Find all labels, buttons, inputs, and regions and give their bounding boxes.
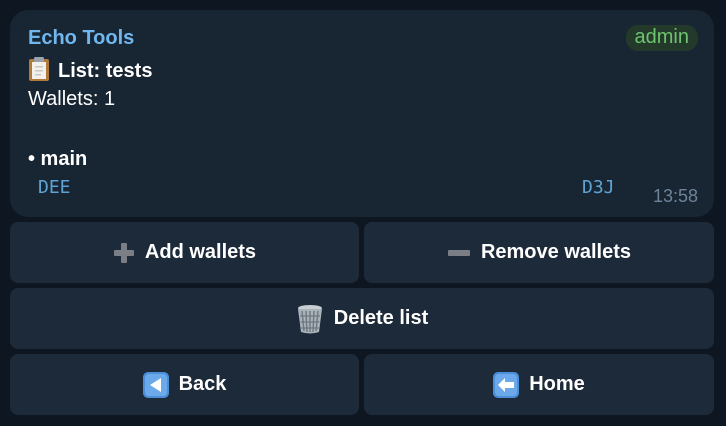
clipboard-icon	[28, 56, 50, 82]
sender-name[interactable]: Echo Tools	[28, 27, 134, 50]
remove-wallets-label: Remove wallets	[480, 241, 632, 263]
wallets-count: Wallets: 1	[28, 88, 116, 110]
code-snippet-left[interactable]: DEE	[38, 177, 71, 198]
delete-list-button[interactable]: Delete list	[10, 288, 714, 349]
message-bubble: Echo Tools admin List: tests Wallets: 1 …	[10, 10, 714, 217]
wastebasket-icon	[296, 304, 324, 334]
left-arrow-icon	[493, 371, 520, 398]
list-title: List: tests	[58, 60, 153, 82]
home-label: Home	[529, 373, 585, 395]
minus-icon	[447, 242, 471, 264]
add-wallets-label: Add wallets	[144, 241, 257, 263]
admin-badge: admin	[625, 25, 698, 51]
code-snippet-right[interactable]: D3J	[582, 177, 615, 198]
home-button[interactable]: Home	[364, 354, 714, 415]
back-arrow-icon	[142, 371, 169, 398]
back-button[interactable]: Back	[10, 354, 359, 415]
plus-icon	[113, 242, 135, 264]
remove-wallets-button[interactable]: Remove wallets	[364, 222, 714, 283]
back-label: Back	[178, 373, 227, 395]
wallet-item: • main	[28, 148, 88, 170]
chat-view: Echo Tools admin List: tests Wallets: 1 …	[0, 0, 726, 426]
add-wallets-button[interactable]: Add wallets	[10, 222, 359, 283]
message-time: 13:58	[652, 186, 698, 206]
list-title-line: List: tests	[28, 56, 152, 83]
delete-list-label: Delete list	[333, 307, 429, 329]
